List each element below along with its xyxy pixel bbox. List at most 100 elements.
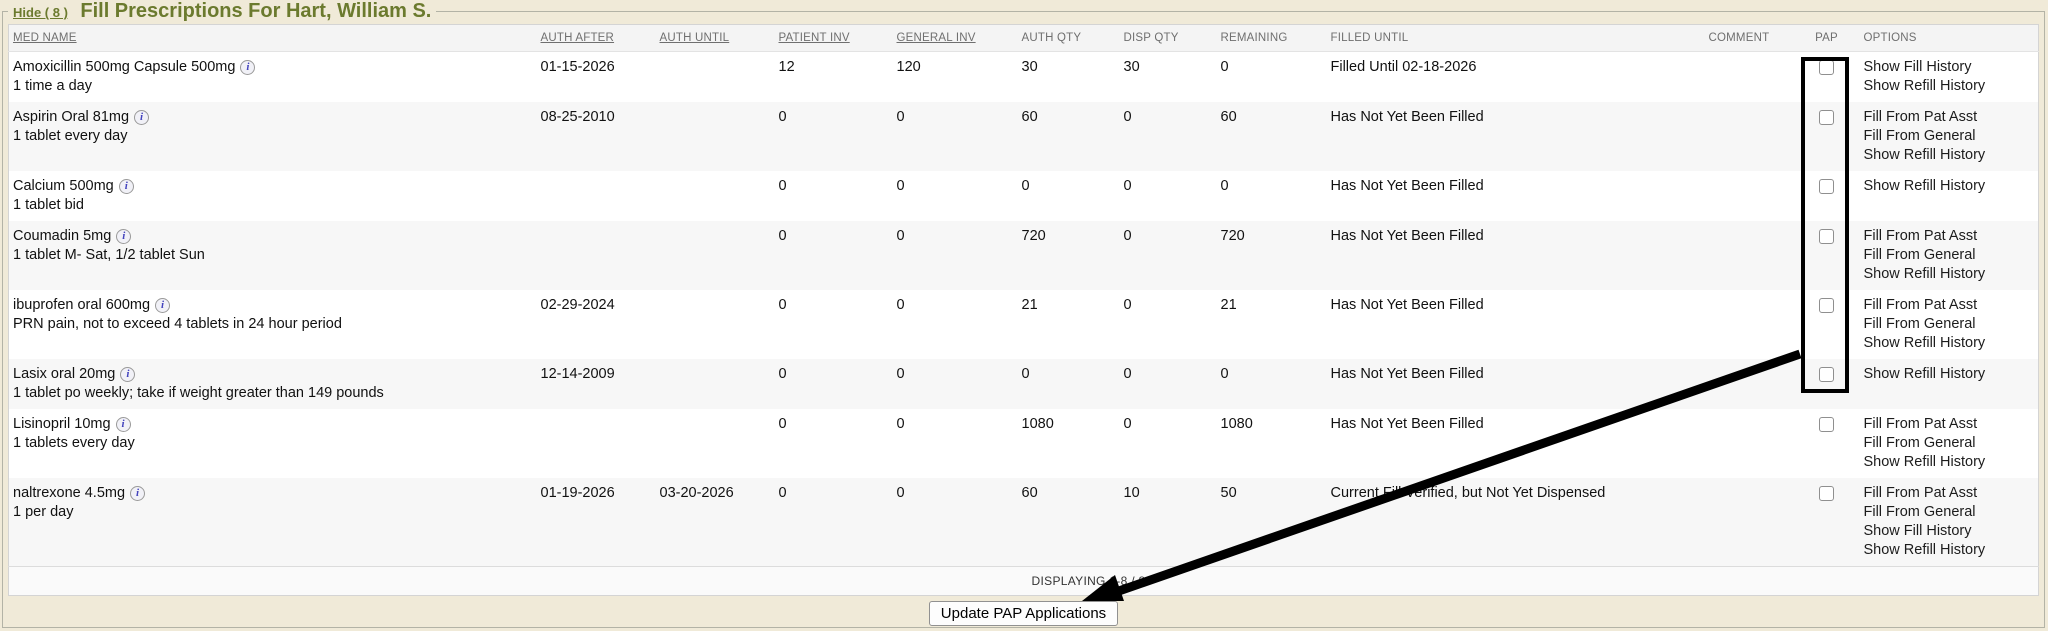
column-header-options: OPTIONS [1856, 25, 2039, 52]
remaining-cell: 50 [1213, 478, 1323, 567]
option-link-fill-from-pat-asst[interactable]: Fill From Pat Asst [1864, 296, 2039, 315]
disp-qty-cell: 0 [1116, 102, 1213, 171]
info-icon[interactable]: i [134, 110, 149, 125]
med-name-cell: naltrexone 4.5mg i 1 per day [9, 478, 533, 567]
option-link-fill-from-pat-asst[interactable]: Fill From Pat Asst [1864, 484, 2039, 503]
column-header-general-inv[interactable]: GENERAL INV [889, 25, 1014, 52]
med-name: Coumadin 5mg [13, 228, 111, 244]
button-bar: Update PAP Applications [3, 601, 2044, 626]
option-link-show-refill-history[interactable]: Show Refill History [1864, 334, 2039, 353]
disp-qty-cell: 0 [1116, 359, 1213, 409]
auth-until-cell [652, 102, 771, 171]
filled-until-cell: Has Not Yet Been Filled [1323, 409, 1701, 478]
info-icon[interactable]: i [130, 486, 145, 501]
column-header-label[interactable]: AUTH UNTIL [660, 32, 730, 44]
column-header-med-name[interactable]: MED NAME [9, 25, 533, 52]
pap-checkbox[interactable] [1819, 60, 1834, 75]
general-inv-cell: 0 [889, 290, 1014, 359]
pap-cell [1798, 102, 1856, 171]
filled-until-cell: Has Not Yet Been Filled [1323, 359, 1701, 409]
auth-qty-cell: 1080 [1014, 409, 1116, 478]
column-header-label[interactable]: AUTH AFTER [541, 32, 615, 44]
med-sig: 1 tablet every day [13, 127, 533, 146]
option-link-fill-from-general[interactable]: Fill From General [1864, 127, 2039, 146]
option-link-show-refill-history[interactable]: Show Refill History [1864, 146, 2039, 165]
auth-qty-cell: 60 [1014, 102, 1116, 171]
option-link-show-fill-history[interactable]: Show Fill History [1864, 522, 2039, 541]
column-header-patient-inv[interactable]: PATIENT INV [771, 25, 889, 52]
option-link-fill-from-pat-asst[interactable]: Fill From Pat Asst [1864, 108, 2039, 127]
info-icon[interactable]: i [240, 60, 255, 75]
med-name: Amoxicillin 500mg Capsule 500mg [13, 59, 235, 75]
pap-checkbox[interactable] [1819, 179, 1834, 194]
option-link-show-refill-history[interactable]: Show Refill History [1864, 541, 2039, 560]
pap-checkbox[interactable] [1819, 298, 1834, 313]
option-link-show-refill-history[interactable]: Show Refill History [1864, 265, 2039, 284]
auth-qty-cell: 720 [1014, 221, 1116, 290]
filled-until-cell: Has Not Yet Been Filled [1323, 221, 1701, 290]
column-header-label[interactable]: GENERAL INV [897, 32, 976, 44]
patient-inv-cell: 0 [771, 409, 889, 478]
comment-cell [1701, 102, 1798, 171]
option-link-show-refill-history[interactable]: Show Refill History [1864, 453, 2039, 472]
filled-until-cell: Current Fill Verified, but Not Yet Dispe… [1323, 478, 1701, 567]
auth-until-cell [652, 290, 771, 359]
option-link-fill-from-general[interactable]: Fill From General [1864, 246, 2039, 265]
med-name: naltrexone 4.5mg [13, 485, 125, 501]
auth-until-cell: 03-20-2026 [652, 478, 771, 567]
option-link-show-fill-history[interactable]: Show Fill History [1864, 58, 2039, 77]
general-inv-cell: 0 [889, 221, 1014, 290]
med-name: Aspirin Oral 81mg [13, 109, 129, 125]
auth-until-cell [652, 221, 771, 290]
info-icon[interactable]: i [116, 229, 131, 244]
info-icon[interactable]: i [116, 417, 131, 432]
disp-qty-cell: 30 [1116, 52, 1213, 103]
options-cell: Fill From Pat AsstFill From GeneralShow … [1856, 290, 2039, 359]
info-icon[interactable]: i [120, 367, 135, 382]
option-link-show-refill-history[interactable]: Show Refill History [1864, 77, 2039, 96]
pap-cell [1798, 171, 1856, 221]
column-header-auth-until[interactable]: AUTH UNTIL [652, 25, 771, 52]
option-link-fill-from-general[interactable]: Fill From General [1864, 434, 2039, 453]
column-header-filled-until: FILLED UNTIL [1323, 25, 1701, 52]
column-header-auth-after[interactable]: AUTH AFTER [533, 25, 652, 52]
option-link-fill-from-pat-asst[interactable]: Fill From Pat Asst [1864, 415, 2039, 434]
disp-qty-cell: 0 [1116, 290, 1213, 359]
pap-cell [1798, 221, 1856, 290]
med-name-cell: Amoxicillin 500mg Capsule 500mg i 1 time a… [9, 52, 533, 103]
med-sig: 1 time a day [13, 77, 533, 96]
column-header-remaining: REMAINING [1213, 25, 1323, 52]
option-link-fill-from-pat-asst[interactable]: Fill From Pat Asst [1864, 227, 2039, 246]
pap-checkbox[interactable] [1819, 110, 1834, 125]
option-link-fill-from-general[interactable]: Fill From General [1864, 503, 2039, 522]
pap-checkbox[interactable] [1819, 486, 1834, 501]
table-row: naltrexone 4.5mgi1 per day01-19-202603-2… [9, 478, 2039, 567]
hide-link[interactable]: Hide ( 8 ) [13, 5, 68, 20]
auth-qty-cell: 0 [1014, 171, 1116, 221]
general-inv-cell: 0 [889, 102, 1014, 171]
update-pap-button[interactable]: Update PAP Applications [929, 601, 1118, 626]
options-cell: Fill From Pat AsstFill From GeneralShow … [1856, 221, 2039, 290]
column-header-label[interactable]: PATIENT INV [779, 32, 850, 44]
options-cell: Fill From Pat AsstFill From GeneralShow … [1856, 478, 2039, 567]
auth-after-cell [533, 221, 652, 290]
pap-checkbox[interactable] [1819, 417, 1834, 432]
column-header-label: DISP QTY [1124, 32, 1179, 44]
info-icon[interactable]: i [155, 298, 170, 313]
column-header-label: PAP [1815, 32, 1838, 44]
med-name: Lasix oral 20mg [13, 366, 115, 382]
comment-cell [1701, 409, 1798, 478]
column-header-disp-qty: DISP QTY [1116, 25, 1213, 52]
pap-cell [1798, 409, 1856, 478]
column-header-label[interactable]: MED NAME [13, 32, 77, 44]
pap-checkbox[interactable] [1819, 367, 1834, 382]
info-icon[interactable]: i [119, 179, 134, 194]
column-header-label: REMAINING [1221, 32, 1288, 44]
option-link-fill-from-general[interactable]: Fill From General [1864, 315, 2039, 334]
remaining-cell: 21 [1213, 290, 1323, 359]
option-link-show-refill-history[interactable]: Show Refill History [1864, 365, 2039, 384]
option-link-show-refill-history[interactable]: Show Refill History [1864, 177, 2039, 196]
remaining-cell: 0 [1213, 171, 1323, 221]
med-sig: 1 per day [13, 503, 533, 522]
pap-checkbox[interactable] [1819, 229, 1834, 244]
